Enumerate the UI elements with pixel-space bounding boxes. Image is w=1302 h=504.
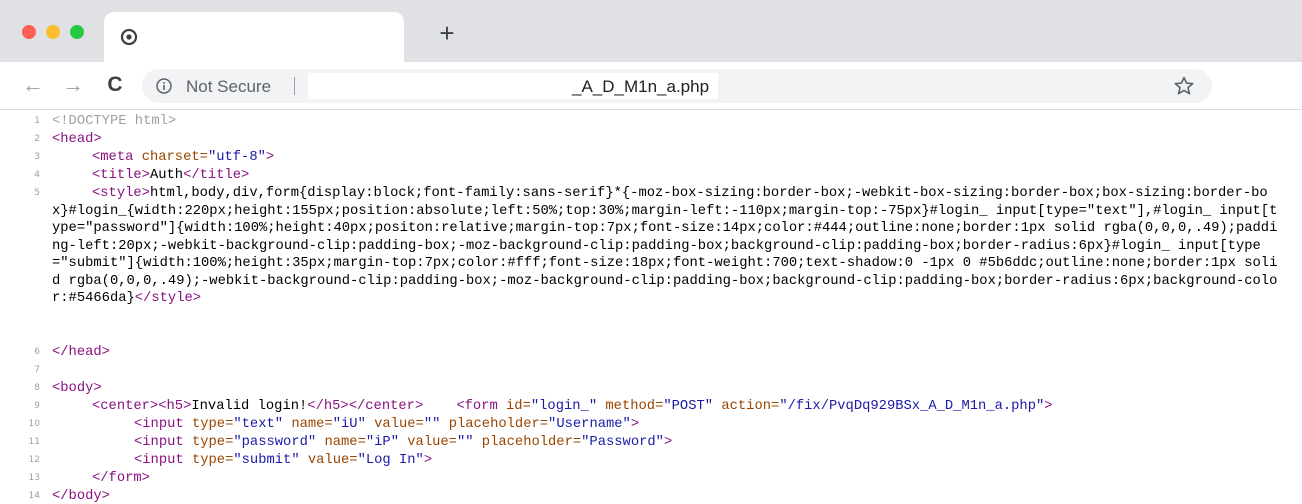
bookmark-star-icon[interactable] xyxy=(1174,76,1194,96)
attr-name: name= xyxy=(324,435,366,450)
maximize-window-button[interactable] xyxy=(70,25,84,39)
attr-name: name= xyxy=(291,417,333,432)
attr-name: type= xyxy=(191,453,234,468)
style-close-tag: </style> xyxy=(134,291,202,306)
attr-name: method= xyxy=(605,399,664,414)
line-number: 13 xyxy=(28,473,40,483)
attr-name: placeholder= xyxy=(481,435,582,450)
info-icon[interactable] xyxy=(156,78,172,94)
meta-tag: <meta xyxy=(92,150,134,165)
line-number: 1 xyxy=(34,116,40,126)
style-css-text: html,body,div,form{display:block;font-fa… xyxy=(52,186,1278,306)
tag-end: > xyxy=(663,435,673,450)
head-open-tag: <head> xyxy=(52,132,102,147)
attr-name: type= xyxy=(191,435,234,450)
h5-open-tag: <h5> xyxy=(158,399,192,414)
line-number: 5 xyxy=(34,188,40,198)
attr-name: placeholder= xyxy=(448,417,549,432)
attr-value: "text" xyxy=(233,417,284,432)
attr-name: value= xyxy=(307,453,358,468)
page-source-view: 1 <!DOCTYPE html> 2 <head> 3 <meta chars… xyxy=(0,111,1302,504)
line-number: 8 xyxy=(34,383,40,393)
attr-name: id= xyxy=(506,399,531,414)
url-text: _A_D_M1n_a.php xyxy=(572,77,710,96)
line-number: 3 xyxy=(34,152,40,162)
reload-button[interactable]: C xyxy=(104,74,126,96)
back-button[interactable]: ← xyxy=(22,74,44,96)
attr-name: action= xyxy=(721,399,780,414)
browser-tab[interactable] xyxy=(104,12,404,62)
h5-close-tag: </h5> xyxy=(307,399,349,414)
input-tag: <input xyxy=(134,435,184,450)
attr-value: "submit" xyxy=(233,453,300,468)
attr-name: charset= xyxy=(141,150,208,165)
tag-end: > xyxy=(423,453,433,468)
style-open-tag: <style> xyxy=(92,186,150,201)
tag-end: > xyxy=(630,417,640,432)
attr-value: "iP" xyxy=(365,435,399,450)
tag-end: > xyxy=(265,150,275,165)
attr-value: "POST" xyxy=(663,399,714,414)
line-number: 4 xyxy=(34,170,40,180)
title-text: Auth xyxy=(149,168,184,183)
body-close-tag: </body> xyxy=(52,489,110,504)
tag-end: > xyxy=(1044,399,1053,414)
body-open-tag: <body> xyxy=(52,381,102,396)
attr-value: "Username" xyxy=(548,417,631,432)
input-tag: <input xyxy=(134,417,184,432)
forward-button[interactable]: → xyxy=(62,74,84,96)
attr-name: value= xyxy=(407,435,457,450)
attr-value: "iU" xyxy=(332,417,366,432)
doctype: <!DOCTYPE html> xyxy=(52,114,177,129)
browser-titlebar: + xyxy=(0,0,1302,62)
browser-toolbar: ← → C Not Secure _A_D_M1n_a.php xyxy=(0,62,1302,110)
attr-value: "Log In" xyxy=(357,453,424,468)
head-close-tag: </head> xyxy=(52,345,110,360)
globe-icon xyxy=(120,28,138,46)
attr-name: value= xyxy=(374,417,424,432)
form-action-link[interactable]: "/fix/PvqDq929BSx_A_D_M1n_a.php" xyxy=(779,399,1044,414)
line-number: 9 xyxy=(34,401,40,411)
title-close-tag: </title> xyxy=(183,168,250,183)
new-tab-button[interactable]: + xyxy=(436,20,458,46)
attr-value: "Password" xyxy=(581,435,664,450)
center-open-tag: <center> xyxy=(92,399,159,414)
close-window-button[interactable] xyxy=(22,25,36,39)
input-tag: <input xyxy=(134,453,184,468)
minimize-window-button[interactable] xyxy=(46,25,60,39)
line-number: 12 xyxy=(28,455,40,465)
not-secure-label: Not Secure xyxy=(186,77,272,96)
attr-value: "" xyxy=(456,435,474,450)
attr-value: "utf-8" xyxy=(207,150,266,165)
line-number: 7 xyxy=(34,365,40,375)
center-close-tag: </center> xyxy=(348,399,424,414)
title-open-tag: <title> xyxy=(92,168,150,183)
line-number: 14 xyxy=(28,491,40,501)
invalid-login-text: Invalid login! xyxy=(191,399,308,414)
line-number: 10 xyxy=(28,419,40,429)
form-open-tag: <form xyxy=(456,399,498,414)
address-separator xyxy=(294,77,295,95)
attr-value: "password" xyxy=(233,435,317,450)
attr-value: "login_" xyxy=(530,399,598,414)
attr-value: "" xyxy=(423,417,441,432)
form-close-tag: </form> xyxy=(92,471,150,486)
line-number: 6 xyxy=(34,347,40,357)
line-number: 11 xyxy=(28,437,40,447)
line-number: 2 xyxy=(34,134,40,144)
attr-name: type= xyxy=(191,417,234,432)
address-bar[interactable]: Not Secure _A_D_M1n_a.php xyxy=(142,69,1212,103)
